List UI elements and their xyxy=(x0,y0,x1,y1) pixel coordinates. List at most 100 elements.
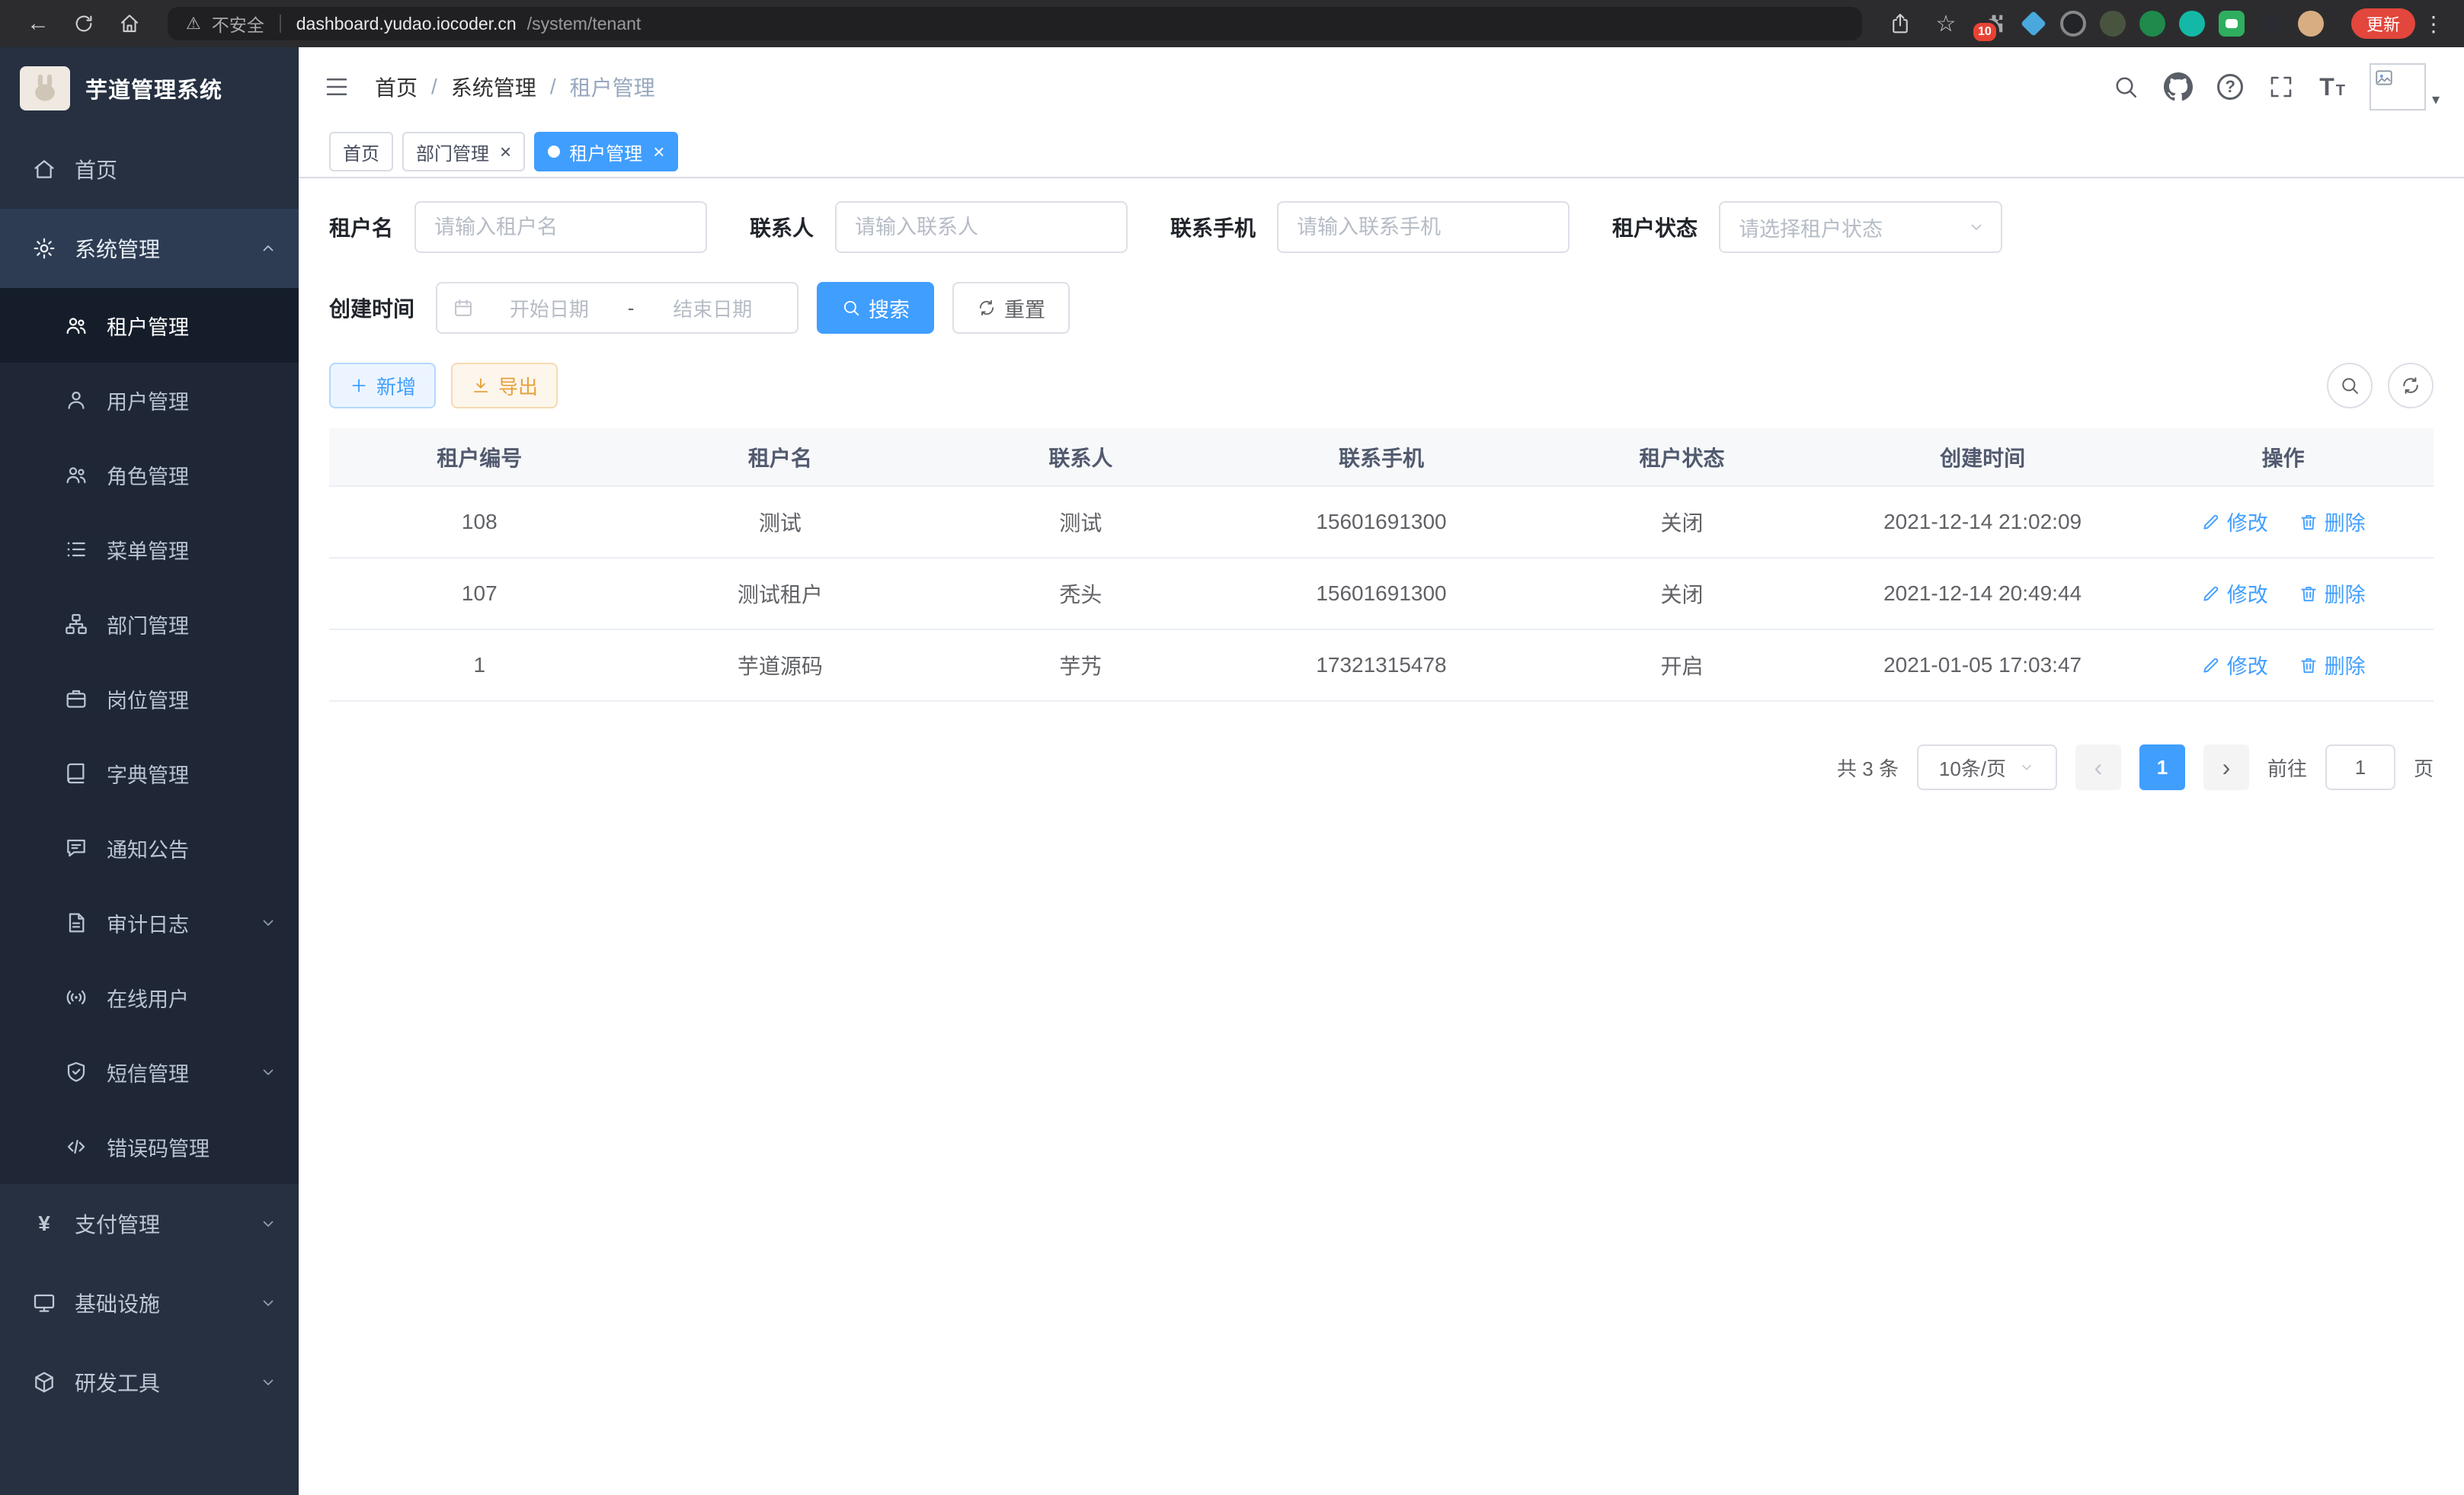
browser-home-button[interactable] xyxy=(110,5,149,42)
extension-icon-6[interactable] xyxy=(2258,11,2284,37)
header-search-button[interactable] xyxy=(2112,73,2139,101)
sidebar-item-label: 角色管理 xyxy=(107,460,189,490)
chevron-down-icon xyxy=(2018,759,2035,776)
app-title: 芋道管理系统 xyxy=(85,72,222,104)
edit-link[interactable]: 修改 xyxy=(2201,507,2268,536)
extension-icon-5[interactable] xyxy=(2219,11,2245,37)
tab-label: 部门管理 xyxy=(416,139,489,165)
edit-link[interactable]: 修改 xyxy=(2201,578,2268,608)
sidebar-item-error-code[interactable]: 错误码管理 xyxy=(0,1109,299,1184)
edit-link[interactable]: 修改 xyxy=(2201,650,2268,680)
reset-button[interactable]: 重置 xyxy=(952,282,1070,334)
sidebar-item-label: 基础设施 xyxy=(75,1288,160,1318)
status-select[interactable]: 请选择租户状态 xyxy=(1719,201,2002,253)
add-button[interactable]: 新增 xyxy=(329,363,436,408)
fullscreen-icon xyxy=(2267,73,2295,101)
tenant-name-input[interactable] xyxy=(414,201,707,253)
delete-link[interactable]: 删除 xyxy=(2299,507,2366,536)
field-label: 联系人 xyxy=(750,212,814,242)
delete-link[interactable]: 删除 xyxy=(2299,578,2366,608)
goto-label: 前往 xyxy=(2267,754,2307,782)
breadcrumb-home[interactable]: 首页 xyxy=(375,72,418,102)
browser-update-button[interactable]: 更新 xyxy=(2351,8,2415,39)
breadcrumb-system[interactable]: 系统管理 xyxy=(451,72,536,102)
date-range-picker[interactable]: 开始日期 - 结束日期 xyxy=(436,282,798,334)
sidebar-toggle-button[interactable] xyxy=(323,73,350,101)
monitor-icon xyxy=(32,1291,56,1315)
user-avatar-menu[interactable]: ▾ xyxy=(2370,63,2440,110)
extensions-puzzle-icon[interactable]: 10 xyxy=(1981,11,2007,37)
extension-icon-3[interactable] xyxy=(2139,11,2165,37)
page-size-select[interactable]: 10条/页 xyxy=(1917,744,2057,790)
pencil-icon xyxy=(2201,584,2221,603)
sidebar-item-online-users[interactable]: 在线用户 xyxy=(0,960,299,1035)
font-size-icon-small: T xyxy=(2336,82,2345,100)
sidebar-item-devtools[interactable]: 研发工具 xyxy=(0,1343,299,1422)
sidebar-item-infra[interactable]: 基础设施 xyxy=(0,1263,299,1343)
share-button[interactable] xyxy=(1880,5,1920,42)
document-icon xyxy=(64,911,88,935)
sidebar-logo[interactable]: 芋道管理系统 xyxy=(0,47,299,130)
prev-icon: ‹ xyxy=(2094,754,2103,782)
cell-phone: 15601691300 xyxy=(1231,486,1532,558)
field-label: 租户名 xyxy=(329,212,393,242)
fullscreen-button[interactable] xyxy=(2267,73,2295,101)
extension-icon-diamond[interactable] xyxy=(2021,11,2046,37)
tab-tenant[interactable]: 租户管理 × xyxy=(534,132,678,171)
font-size-button[interactable]: TT xyxy=(2319,73,2345,101)
cell-created: 2021-12-14 20:49:44 xyxy=(1832,558,2133,629)
sidebar-item-post[interactable]: 岗位管理 xyxy=(0,661,299,736)
next-page-button[interactable]: › xyxy=(2203,744,2249,790)
trash-icon xyxy=(2299,512,2318,532)
tab-dept[interactable]: 部门管理 × xyxy=(402,132,525,171)
sidebar-item-label: 租户管理 xyxy=(107,311,189,341)
github-button[interactable] xyxy=(2164,72,2193,101)
tab-home[interactable]: 首页 xyxy=(329,132,393,171)
extension-icon-7[interactable] xyxy=(2298,11,2324,37)
extension-icon-1[interactable] xyxy=(2060,11,2086,37)
chevron-down-icon xyxy=(259,1215,277,1233)
cell-status: 关闭 xyxy=(1531,486,1832,558)
help-button[interactable]: ? xyxy=(2217,74,2243,100)
chevron-down-icon xyxy=(259,1063,277,1081)
plus-icon xyxy=(349,376,369,395)
search-button[interactable]: 搜索 xyxy=(817,282,934,334)
delete-link[interactable]: 删除 xyxy=(2299,650,2366,680)
close-icon[interactable]: × xyxy=(653,142,664,162)
refresh-table-button[interactable] xyxy=(2388,363,2434,408)
extension-icon-4[interactable] xyxy=(2179,11,2205,37)
page-number-1[interactable]: 1 xyxy=(2139,744,2185,790)
toggle-search-button[interactable] xyxy=(2327,363,2373,408)
sidebar-item-role[interactable]: 角色管理 xyxy=(0,437,299,512)
address-bar[interactable]: ⚠ 不安全 dashboard.yudao.iocoder.cn/system/… xyxy=(168,7,1862,40)
extension-icon-2[interactable] xyxy=(2100,11,2126,37)
sidebar-item-menu[interactable]: 菜单管理 xyxy=(0,512,299,587)
sidebar-item-notice[interactable]: 通知公告 xyxy=(0,811,299,885)
col-header-id: 租户编号 xyxy=(329,428,630,486)
col-header-name: 租户名 xyxy=(630,428,931,486)
sidebar-item-dict[interactable]: 字典管理 xyxy=(0,736,299,811)
gear-icon xyxy=(32,236,56,261)
close-icon[interactable]: × xyxy=(500,142,511,162)
phone-input[interactable] xyxy=(1277,201,1570,253)
contact-input[interactable] xyxy=(835,201,1128,253)
col-header-actions: 操作 xyxy=(2133,428,2434,486)
back-button[interactable]: ← xyxy=(18,5,58,42)
bookmark-button[interactable]: ☆ xyxy=(1926,5,1966,42)
sidebar-item-audit-log[interactable]: 审计日志 xyxy=(0,885,299,960)
prev-page-button[interactable]: ‹ xyxy=(2075,744,2121,790)
export-button[interactable]: 导出 xyxy=(451,363,558,408)
sidebar-item-user[interactable]: 用户管理 xyxy=(0,363,299,437)
question-icon: ? xyxy=(2217,74,2243,100)
chevron-down-icon xyxy=(259,1373,277,1391)
reload-button[interactable] xyxy=(64,5,104,42)
date-end-placeholder: 结束日期 xyxy=(643,294,782,322)
browser-menu-button[interactable]: ⋮ xyxy=(2421,11,2446,37)
sidebar-item-system[interactable]: 系统管理 xyxy=(0,209,299,288)
sidebar-item-sms[interactable]: 短信管理 xyxy=(0,1035,299,1109)
sidebar-item-home[interactable]: 首页 xyxy=(0,130,299,209)
page-jump-input[interactable] xyxy=(2325,744,2395,790)
sidebar-item-dept[interactable]: 部门管理 xyxy=(0,587,299,661)
sidebar-item-payment[interactable]: ¥ 支付管理 xyxy=(0,1184,299,1263)
sidebar-item-tenant[interactable]: 租户管理 xyxy=(0,288,299,363)
